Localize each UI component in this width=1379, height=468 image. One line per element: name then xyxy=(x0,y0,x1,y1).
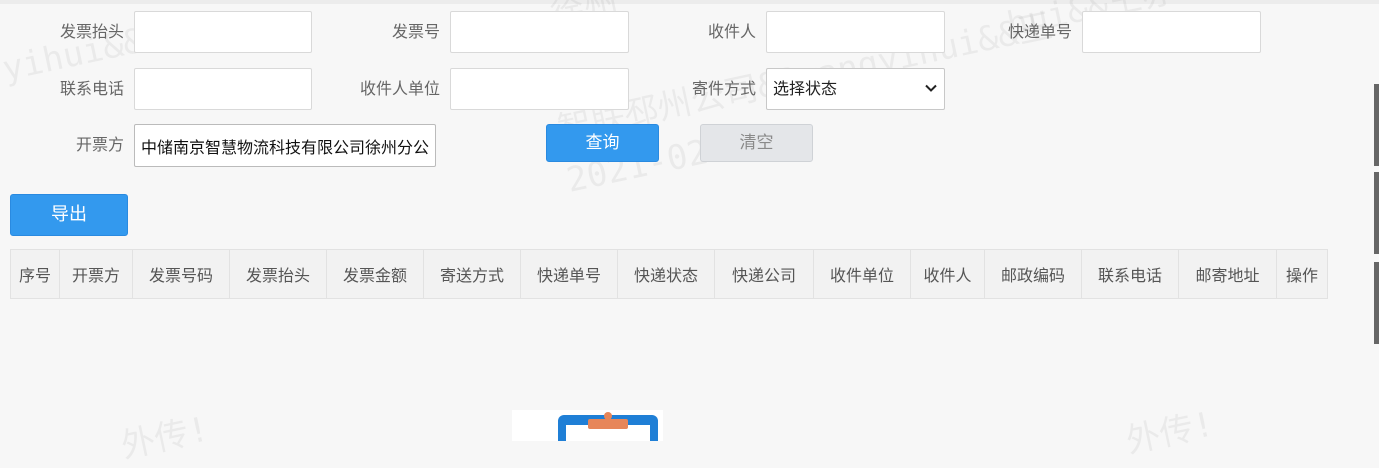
column-header: 发票号码 xyxy=(132,249,230,299)
column-header: 邮政编码 xyxy=(984,249,1082,299)
column-header: 发票抬头 xyxy=(229,249,327,299)
column-header: 序号 xyxy=(10,249,60,299)
column-header: 联系电话 xyxy=(1081,249,1179,299)
issuer-label: 开票方 xyxy=(75,135,124,154)
watermark-text: 外传! xyxy=(117,409,213,467)
export-button[interactable]: 导出 xyxy=(10,194,128,236)
column-header: 快递状态 xyxy=(617,249,715,299)
invoice-title-input[interactable] xyxy=(134,11,312,53)
column-header: 邮寄地址 xyxy=(1178,249,1277,299)
recipient-input[interactable] xyxy=(766,11,945,53)
send-method-select[interactable]: 选择状态 xyxy=(766,68,945,110)
column-header: 寄送方式 xyxy=(423,249,521,299)
phone-label: 联系电话 xyxy=(59,79,124,98)
chevron-down-icon xyxy=(925,84,937,92)
send-method-value: 选择状态 xyxy=(773,79,838,98)
column-header: 收件单位 xyxy=(813,249,911,299)
invoice-no-input[interactable] xyxy=(450,11,629,53)
results-table: 序号 开票方 发票号码 发票抬头 发票金额 寄送方式 快递单号 快递状态 快递公… xyxy=(10,249,1328,299)
tracking-no-label: 快递单号 xyxy=(1007,22,1072,41)
phone-input[interactable] xyxy=(134,68,312,110)
column-header: 快递单号 xyxy=(520,249,618,299)
table-header-row: 序号 开票方 发票号码 发票抬头 发票金额 寄送方式 快递单号 快递状态 快递公… xyxy=(10,249,1328,299)
column-header: 开票方 xyxy=(59,249,133,299)
invoice-title-label: 发票抬头 xyxy=(59,22,124,41)
invoice-no-label: 发票号 xyxy=(391,22,440,41)
top-border xyxy=(0,0,1379,4)
recipient-label: 收件人 xyxy=(707,22,756,41)
recipient-org-input[interactable] xyxy=(450,68,629,110)
tracking-no-input[interactable] xyxy=(1082,11,1261,53)
send-method-label: 寄件方式 xyxy=(691,79,756,98)
scrollbar-thumb[interactable] xyxy=(1374,172,1379,254)
watermark-text: 外传! xyxy=(1122,404,1218,462)
recipient-org-label: 收件人单位 xyxy=(359,79,440,98)
clipboard-icon xyxy=(558,412,658,455)
column-header: 快递公司 xyxy=(714,249,814,299)
issuer-input[interactable] xyxy=(134,124,436,167)
search-button[interactable]: 查询 xyxy=(546,124,659,162)
column-header: 操作 xyxy=(1276,249,1328,299)
scrollbar-thumb[interactable] xyxy=(1374,84,1379,166)
scrollbar-thumb[interactable] xyxy=(1374,262,1379,344)
clear-button[interactable]: 清空 xyxy=(700,124,813,162)
empty-state-illustration xyxy=(512,410,663,455)
column-header: 收件人 xyxy=(910,249,985,299)
column-header: 发票金额 xyxy=(326,249,424,299)
